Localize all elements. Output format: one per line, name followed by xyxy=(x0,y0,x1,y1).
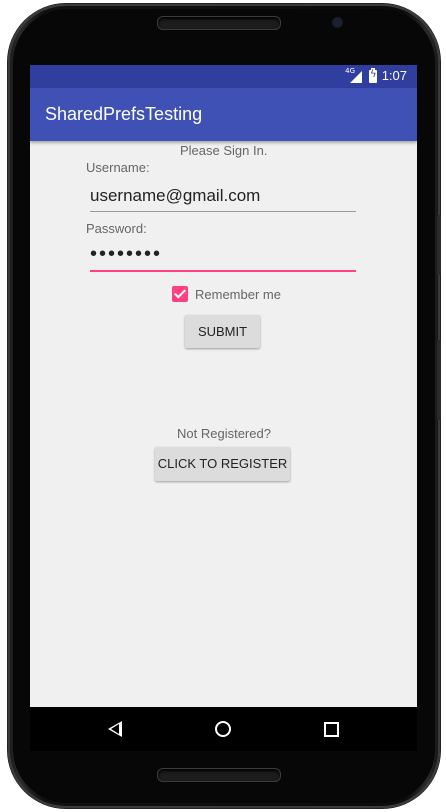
not-registered-text: Not Registered? xyxy=(177,426,271,441)
volume-button xyxy=(437,215,441,275)
username-underline xyxy=(90,211,356,212)
back-icon[interactable] xyxy=(108,721,122,737)
navigation-bar xyxy=(30,707,417,751)
device-screen: 4G 1:07 SharedPrefsTesting Please Sign I… xyxy=(30,65,417,751)
remember-me-label: Remember me xyxy=(195,287,281,302)
submit-button[interactable]: SUBMIT xyxy=(185,315,260,348)
password-underline-focused xyxy=(90,270,356,272)
username-label: Username: xyxy=(86,160,150,175)
password-value: •••••••• xyxy=(90,243,163,265)
battery-charging-icon xyxy=(369,68,377,83)
password-label: Password: xyxy=(86,221,147,236)
password-field[interactable]: •••••••• xyxy=(90,242,356,272)
app-title: SharedPrefsTesting xyxy=(45,104,203,124)
username-field[interactable]: username@gmail.com xyxy=(90,182,356,212)
status-time: 1:07 xyxy=(381,68,407,83)
username-value: username@gmail.com xyxy=(90,186,261,205)
sign-in-prompt: Please Sign In. xyxy=(180,143,268,158)
register-button[interactable]: CLICK TO REGISTER xyxy=(155,447,290,481)
bottom-speaker xyxy=(157,768,281,782)
home-icon[interactable] xyxy=(215,721,231,737)
remember-me-checkbox[interactable] xyxy=(172,286,188,302)
top-speaker xyxy=(157,16,281,30)
app-bar: SharedPrefsTesting xyxy=(30,88,417,141)
power-button xyxy=(437,340,441,420)
signal-icon xyxy=(350,71,362,83)
recents-icon[interactable] xyxy=(324,722,339,737)
status-bar: 4G 1:07 xyxy=(30,65,417,88)
front-camera xyxy=(333,18,342,27)
